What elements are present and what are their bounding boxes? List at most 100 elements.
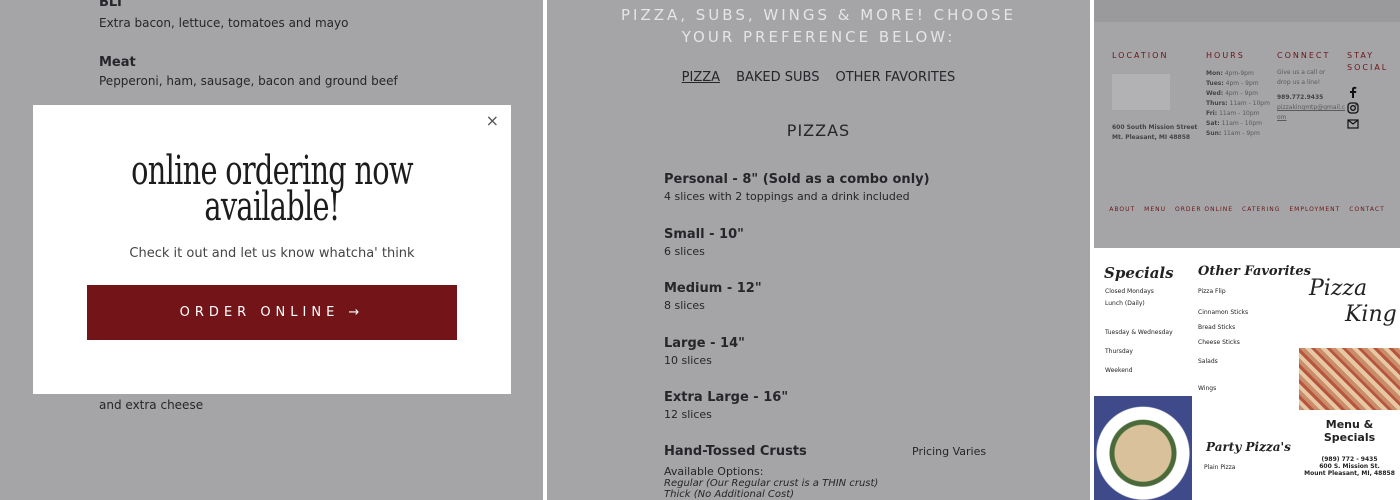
footer-link-contact[interactable]: CONTACT bbox=[1349, 206, 1384, 213]
connect-text: Give us a call or drop us a line! bbox=[1277, 69, 1326, 86]
pizza-item-desc: 6 slices bbox=[664, 245, 705, 258]
pizza-item: Large - 14" 10 slices bbox=[664, 336, 745, 367]
crust-title: Hand-Tossed Crusts bbox=[664, 444, 807, 459]
hours-day: Thurs: bbox=[1206, 100, 1228, 107]
menu-item-desc: Extra bacon, lettuce, tomatoes and mayo bbox=[99, 16, 349, 30]
location-heading: LOCATION bbox=[1112, 51, 1169, 60]
instagram-icon[interactable] bbox=[1346, 101, 1360, 115]
menu-item-title: BLT bbox=[99, 0, 124, 10]
flyer-menu-title: Menu & Specials bbox=[1323, 418, 1376, 444]
phone-link[interactable]: 989.772.9435 bbox=[1277, 94, 1323, 101]
order-online-button[interactable]: ORDER ONLINE → bbox=[87, 285, 457, 340]
menu-tabs: PIZZA BAKED SUBS OTHER FAVORITES bbox=[547, 70, 1090, 85]
pizza-item-title: Large - 14" bbox=[664, 336, 745, 351]
footer-link-order-online[interactable]: ORDER ONLINE bbox=[1175, 206, 1233, 213]
flyer-special: Weekend bbox=[1105, 367, 1133, 374]
footer-link-employment[interactable]: EMPLOYMENT bbox=[1289, 206, 1340, 213]
footer-top-strip bbox=[1094, 0, 1400, 22]
menu-item: Meat Pepperoni, ham, sausage, bacon and … bbox=[99, 55, 398, 88]
hours-day: Wed: bbox=[1206, 90, 1224, 97]
menu-flyer-image: Specials Closed Mondays Lunch (Daily) Tu… bbox=[1094, 248, 1400, 500]
logo-line: King bbox=[1345, 302, 1397, 327]
connect-heading: CONNECT bbox=[1277, 51, 1331, 60]
pizza-king-logo: Pizza King bbox=[1309, 276, 1397, 328]
flyer-special: Lunch (Daily) bbox=[1105, 300, 1145, 307]
menu-heading-line: PIZZA, SUBS, WINGS & MORE! CHOOSE bbox=[620, 6, 1017, 24]
pizza-menu-page: PIZZA, SUBS, WINGS & MORE! CHOOSE YOUR P… bbox=[547, 0, 1090, 500]
hours-time: 11am - 10pm bbox=[1229, 100, 1270, 107]
modal-headline-line: available! bbox=[204, 184, 340, 230]
footer-link-about[interactable]: ABOUT bbox=[1109, 206, 1135, 213]
hours-row: Fri: 11am - 10pm bbox=[1206, 109, 1270, 119]
tab-other-favorites[interactable]: OTHER FAVORITES bbox=[835, 70, 955, 85]
flyer-address: 600 S. Mission St. bbox=[1319, 463, 1380, 470]
hours-column: HOURS Mon: 4pm-9pm Tues: 4pm - 9pm Wed: … bbox=[1206, 50, 1270, 139]
flyer-party-heading: Party Pizza's bbox=[1206, 440, 1291, 454]
hours-time: 11am - 10pm bbox=[1221, 120, 1262, 127]
hours-row: Thurs: 11am - 10pm bbox=[1206, 99, 1270, 109]
pizza-item-title: Small - 10" bbox=[664, 227, 744, 242]
menu-item-title: Meat bbox=[99, 55, 136, 70]
close-icon[interactable]: × bbox=[486, 111, 499, 130]
footer-link-catering[interactable]: CATERING bbox=[1242, 206, 1280, 213]
hours-time: 11am - 10pm bbox=[1219, 110, 1260, 117]
menu-page-with-modal: BLT Extra bacon, lettuce, tomatoes and m… bbox=[0, 0, 543, 500]
crust-price: Pricing Varies bbox=[912, 445, 987, 458]
social-heading-line: STAY bbox=[1347, 51, 1375, 60]
hours-day: Sun: bbox=[1206, 130, 1222, 137]
flyer-party-item: Plain Pizza bbox=[1204, 464, 1236, 471]
menu-item-desc: Pepperoni, ham, sausage, bacon and groun… bbox=[99, 74, 398, 88]
menu-heading-line: YOUR PREFERENCE BELOW: bbox=[681, 28, 956, 46]
hours-day: Tues: bbox=[1206, 80, 1224, 87]
footer-link-menu[interactable]: MENU bbox=[1144, 206, 1166, 213]
flyer-other-item: Cinnamon Sticks bbox=[1198, 309, 1249, 316]
address-line: Mt. Pleasant, MI 48858 bbox=[1112, 134, 1191, 141]
flyer-other-item: Wings bbox=[1198, 385, 1217, 392]
modal-subtext: Check it out and let us know whatcha' th… bbox=[129, 246, 415, 261]
hours-row: Wed: 4pm - 9pm bbox=[1206, 89, 1270, 99]
social-column: STAY SOCIAL bbox=[1347, 50, 1388, 74]
hours-time: 11am - 9pm bbox=[1223, 130, 1260, 137]
flyer-other-item: Bread Sticks bbox=[1198, 324, 1236, 331]
flyer-contact: Menu & Specials (989) 772 - 9435 600 S. … bbox=[1299, 418, 1400, 477]
flyer-other-item: Cheese Sticks bbox=[1198, 339, 1240, 346]
hours-time: 4pm - 9pm bbox=[1225, 80, 1259, 87]
footer-links: ABOUT MENU ORDER ONLINE CATERING EMPLOYM… bbox=[1094, 206, 1400, 213]
facebook-icon[interactable] bbox=[1346, 85, 1360, 99]
email-link[interactable]: pizzakingmtp@gmail.c om bbox=[1277, 103, 1346, 123]
hours-row: Sat: 11am - 10pm bbox=[1206, 119, 1270, 129]
pizza-item-desc: 4 slices with 2 toppings and a drink inc… bbox=[664, 190, 910, 203]
screenshot-collage: BLT Extra bacon, lettuce, tomatoes and m… bbox=[0, 0, 1400, 500]
flyer-specials-heading: Specials bbox=[1104, 264, 1174, 282]
hours-row: Tues: 4pm - 9pm bbox=[1206, 79, 1270, 89]
social-heading-line: SOCIAL bbox=[1347, 63, 1389, 72]
email-icon[interactable] bbox=[1346, 117, 1360, 131]
crust-regular: Regular (Our Regular crust is a THIN cru… bbox=[664, 478, 879, 489]
map-thumbnail[interactable] bbox=[1112, 74, 1170, 110]
menu-item-desc: and extra cheese bbox=[99, 398, 204, 412]
pizza-item: Small - 10" 6 slices bbox=[664, 227, 744, 258]
address-line: 600 South Mission Street bbox=[1112, 124, 1198, 131]
section-title: PIZZAS bbox=[786, 121, 851, 140]
pizza-photo bbox=[1299, 348, 1400, 410]
hours-day: Mon: bbox=[1206, 70, 1223, 77]
order-online-modal: × online ordering now available! Check i… bbox=[33, 105, 511, 394]
location-column: LOCATION bbox=[1112, 50, 1168, 62]
address-block: 600 South Mission Street Mt. Pleasant, M… bbox=[1112, 123, 1197, 143]
hours-time: 4pm - 9pm bbox=[1225, 90, 1259, 97]
flyer-other-item: Salads bbox=[1198, 358, 1218, 365]
flyer-other-heading: Other Favorites bbox=[1198, 264, 1311, 279]
tab-baked-subs[interactable]: BAKED SUBS bbox=[736, 70, 819, 85]
flyer-address: Mount Pleasant, MI, 48858 bbox=[1304, 470, 1395, 477]
email-line: pizzakingmtp@gmail.c bbox=[1277, 104, 1346, 111]
tab-pizza[interactable]: PIZZA bbox=[682, 70, 720, 85]
flyer-special: Tuesday & Wednesday bbox=[1105, 329, 1173, 336]
pizza-item: Personal - 8" (Sold as a combo only) 4 s… bbox=[664, 172, 930, 203]
email-line: om bbox=[1277, 114, 1287, 121]
menu-heading: PIZZA, SUBS, WINGS & MORE! CHOOSE YOUR P… bbox=[547, 4, 1090, 48]
hours-time: 4pm-9pm bbox=[1224, 70, 1254, 77]
pizza-item: Medium - 12" 8 slices bbox=[664, 281, 762, 312]
sub-sandwich-photo bbox=[1094, 396, 1192, 500]
flyer-specials-list: Closed Mondays Lunch (Daily) Tuesday & W… bbox=[1105, 288, 1193, 374]
site-footer: LOCATION 600 South Mission Street Mt. Pl… bbox=[1094, 0, 1400, 248]
